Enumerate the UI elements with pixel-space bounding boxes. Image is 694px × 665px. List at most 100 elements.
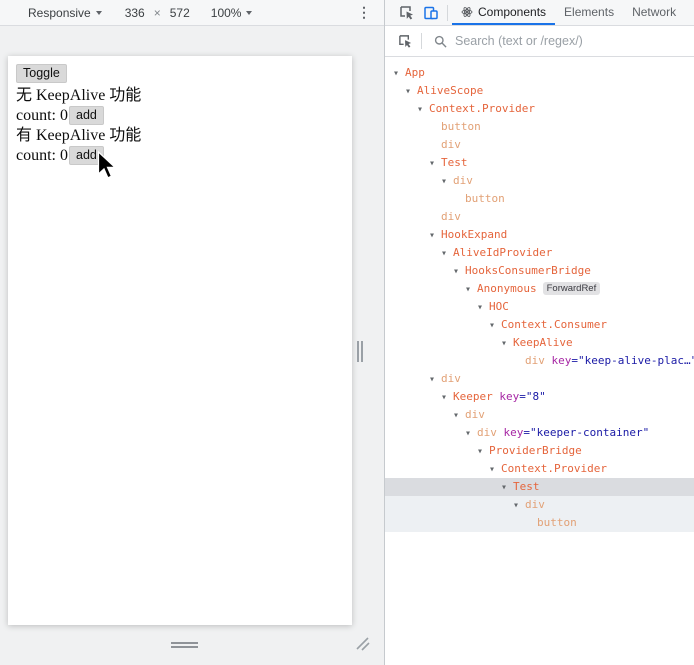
tree-row-HooksConsumerBridge[interactable]: ▾ HooksConsumerBridge (385, 262, 694, 280)
tree-row-KeepAlive[interactable]: ▾ KeepAlive (385, 334, 694, 352)
tree-row-Context.Provider[interactable]: ▾ Context.Provider (385, 460, 694, 478)
expand-arrow-icon[interactable]: ▾ (489, 461, 501, 479)
tab-label: Elements (564, 4, 615, 19)
separator (447, 4, 448, 21)
expand-arrow-icon[interactable]: ▾ (513, 497, 525, 515)
key-attribute-name: key (544, 354, 572, 367)
host-element-name: div (477, 426, 497, 439)
tree-row-HookExpand[interactable]: ▾ HookExpand (385, 226, 694, 244)
host-element-name: div (525, 354, 545, 367)
component-name: Context.Consumer (501, 318, 607, 331)
inspect-component-button[interactable] (393, 34, 417, 49)
component-name: Anonymous (477, 282, 537, 295)
tree-row-Test[interactable]: ▾ Test (385, 154, 694, 172)
mouse-cursor-icon (97, 151, 117, 179)
expand-arrow-icon[interactable]: ▾ (441, 389, 453, 407)
zoom-label: 100% (210, 5, 242, 20)
separator (421, 33, 422, 49)
expand-arrow-icon[interactable]: ▾ (441, 245, 453, 263)
component-name: Context.Provider (429, 102, 535, 115)
component-name: Test (441, 156, 468, 169)
tree-row-button[interactable]: button (385, 514, 694, 532)
tab-elements[interactable]: Elements (555, 0, 623, 25)
viewport-resize-handle-corner[interactable] (354, 635, 371, 652)
search-input[interactable] (453, 33, 694, 49)
device-toolbar: Responsive 336 × 572 100% ⋮ (0, 0, 384, 26)
tab-network[interactable]: Network (623, 0, 685, 25)
tree-row-div[interactable]: div key="keep-alive-plac…" (385, 352, 694, 370)
count-text-no-keepalive: count: 0 (16, 107, 68, 124)
viewport-resize-handle-right[interactable] (357, 341, 363, 362)
expand-arrow-icon[interactable]: ▾ (453, 407, 465, 425)
search-icon (434, 35, 447, 48)
host-element-name: div (441, 210, 461, 223)
tree-row-div[interactable]: ▾ div key="keeper-container" (385, 424, 694, 442)
expand-arrow-icon[interactable]: ▾ (501, 335, 513, 353)
tree-row-button[interactable]: button (385, 190, 694, 208)
expand-arrow-icon[interactable]: ▾ (489, 317, 501, 335)
component-name: AliveIdProvider (453, 246, 553, 259)
tree-row-App[interactable]: ▾ App (385, 64, 694, 82)
toggle-button[interactable]: Toggle (16, 64, 67, 83)
zoom-dropdown[interactable]: 100% (211, 6, 253, 20)
component-name: Keeper (453, 390, 493, 403)
chevron-down-icon (95, 10, 102, 15)
devtools-panel: Components Elements Network Search (text… (385, 0, 694, 665)
expand-arrow-icon[interactable]: ▾ (441, 173, 453, 191)
tree-row-div[interactable]: ▾ div (385, 496, 694, 514)
expand-arrow-icon[interactable]: ▾ (405, 83, 417, 101)
keepalive-title: 有 KeepAlive 功能 (16, 127, 142, 144)
expand-arrow-icon[interactable]: ▾ (465, 281, 477, 299)
tree-row-Anonymous[interactable]: ▾ Anonymous ForwardRef (385, 280, 694, 298)
viewport-width-input[interactable]: 336 (122, 5, 148, 21)
tree-row-Context.Provider[interactable]: ▾ Context.Provider (385, 100, 694, 118)
tree-row-button[interactable]: button (385, 118, 694, 136)
dimension-separator: × (153, 5, 161, 20)
component-name: HOC (489, 300, 509, 313)
tab-components[interactable]: Components (452, 0, 556, 25)
expand-arrow-icon[interactable]: ▾ (429, 227, 441, 245)
tree-row-ProviderBridge[interactable]: ▾ ProviderBridge (385, 442, 694, 460)
tree-row-div[interactable]: div (385, 208, 694, 226)
viewport-resize-handle-bottom[interactable] (171, 642, 198, 648)
devtools-window: Responsive 336 × 572 100% ⋮ Toggle 无 Kee… (0, 0, 694, 665)
tree-row-div[interactable]: ▾ div (385, 370, 694, 388)
viewport-height-input[interactable]: 572 (167, 5, 193, 21)
search-bar (385, 26, 694, 57)
component-name: AliveScope (417, 84, 484, 97)
device-type-label: Responsive (28, 5, 91, 20)
expand-arrow-icon[interactable]: ▾ (417, 101, 429, 119)
tree-row-Context.Consumer[interactable]: ▾ Context.Consumer (385, 316, 694, 334)
device-toolbar-toggle-button[interactable] (419, 0, 443, 25)
inspect-cursor-icon (398, 34, 411, 48)
expand-arrow-icon[interactable]: ▾ (501, 479, 513, 497)
expand-arrow-icon[interactable]: ▾ (453, 263, 465, 281)
expand-arrow-icon[interactable]: ▾ (393, 65, 405, 83)
tab-label: Components (478, 4, 547, 19)
tree-row-div[interactable]: ▾ div (385, 172, 694, 190)
expand-arrow-icon[interactable]: ▾ (429, 371, 441, 389)
tree-row-div[interactable]: div (385, 136, 694, 154)
count-text-keepalive: count: 0 (16, 147, 68, 164)
expand-arrow-icon[interactable]: ▾ (429, 155, 441, 173)
tree-row-AliveScope[interactable]: ▾ AliveScope (385, 82, 694, 100)
expand-arrow-icon[interactable]: ▾ (477, 443, 489, 461)
tree-row-HOC[interactable]: ▾ HOC (385, 298, 694, 316)
no-keepalive-title: 无 KeepAlive 功能 (16, 87, 142, 104)
expand-arrow-icon[interactable]: ▾ (477, 299, 489, 317)
inspect-element-button[interactable] (395, 0, 419, 25)
react-logo-icon (461, 6, 473, 18)
device-type-dropdown[interactable]: Responsive (28, 6, 102, 20)
host-element-name: div (525, 498, 545, 511)
add-button-no-keepalive[interactable]: add (69, 106, 104, 125)
tree-row-div[interactable]: ▾ div (385, 406, 694, 424)
more-options-icon[interactable]: ⋮ (357, 4, 371, 21)
host-element-name: div (441, 372, 461, 385)
device-viewport: Toggle 无 KeepAlive 功能 count: 0 add 有 Keep… (8, 56, 352, 625)
tree-row-AliveIdProvider[interactable]: ▾ AliveIdProvider (385, 244, 694, 262)
host-element-name: div (441, 138, 461, 151)
tree-row-Keeper[interactable]: ▾ Keeper key="8" (385, 388, 694, 406)
expand-arrow-icon[interactable]: ▾ (465, 425, 477, 443)
chevron-down-icon (246, 10, 253, 15)
tree-row-Test[interactable]: ▾ Test (385, 478, 694, 496)
